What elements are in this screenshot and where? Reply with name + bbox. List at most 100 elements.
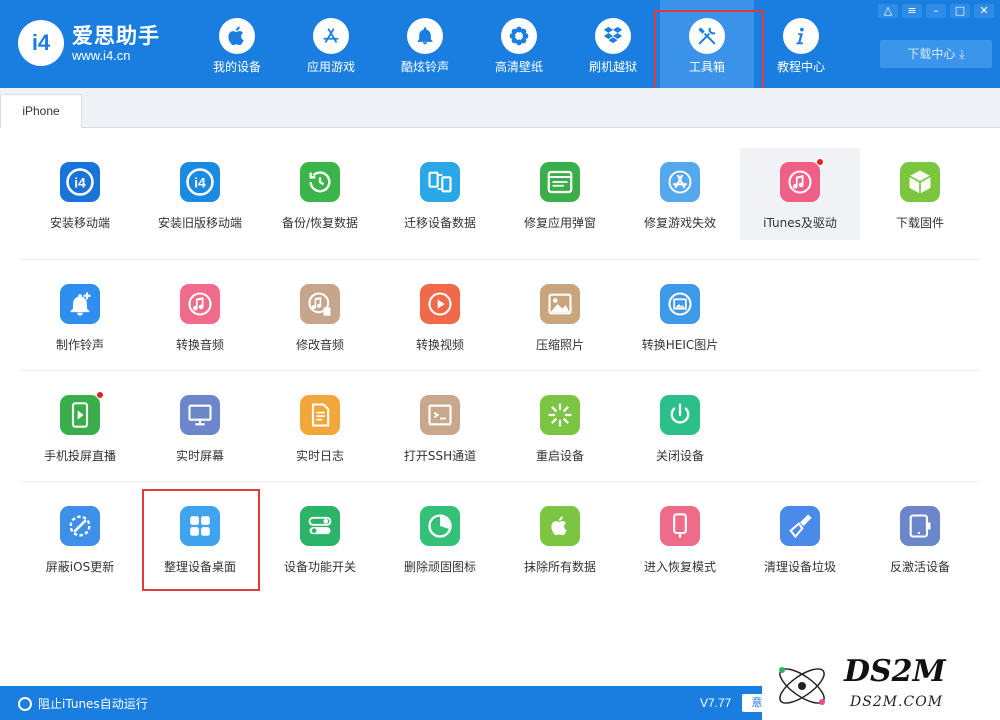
pie-clock-icon bbox=[420, 506, 460, 546]
tool-monitor[interactable]: 实时屏幕 bbox=[140, 381, 260, 473]
nav-item-label: 教程中心 bbox=[776, 60, 825, 74]
grid-icon bbox=[180, 506, 220, 546]
app-window: i4 爱思助手 www.i4.cn 我的设备 应用游戏 酷炫铃声 高清壁纸 刷机越狱 工具… bbox=[0, 0, 1000, 720]
tab-iphone[interactable]: iPhone bbox=[0, 94, 82, 128]
tool-i4-logo[interactable]: i4 安装旧版移动端 bbox=[140, 148, 260, 240]
apple-id-card-icon bbox=[540, 162, 580, 202]
tool-label: 重启设备 bbox=[535, 449, 584, 463]
tool-label: 手机投屏直播 bbox=[43, 449, 116, 463]
tool-power[interactable]: 关闭设备 bbox=[620, 381, 740, 473]
block-itunes-toggle[interactable]: 阻止iTunes自动运行 bbox=[18, 695, 148, 712]
app-logo: i4 爱思助手 www.i4.cn bbox=[18, 18, 178, 70]
tool-cube[interactable]: 下载固件 bbox=[860, 148, 980, 240]
tool-phone-cable[interactable]: 进入恢复模式 bbox=[620, 492, 740, 584]
tool-music-note[interactable]: 转换音频 bbox=[140, 270, 260, 362]
info-icon bbox=[783, 18, 819, 54]
nav-item-label: 刷机越狱 bbox=[588, 60, 637, 74]
tool-label: 反激活设备 bbox=[889, 560, 950, 574]
tool-loading-spinner[interactable]: 重启设备 bbox=[500, 381, 620, 473]
tool-music-edit[interactable]: 修改音频 bbox=[260, 270, 380, 362]
tool-label: 清理设备垃圾 bbox=[763, 560, 836, 574]
tool-i4-logo[interactable]: i4 安装移动端 bbox=[20, 148, 140, 240]
tool-label: 迁移设备数据 bbox=[403, 216, 476, 230]
tool-itunes-music[interactable]: iTunes及驱动 bbox=[740, 148, 860, 240]
menu-icon[interactable]: ≡ bbox=[902, 4, 922, 18]
tool-label: 抹除所有数据 bbox=[523, 560, 596, 574]
minimize-icon[interactable]: – bbox=[926, 4, 946, 18]
radio-icon bbox=[18, 696, 32, 711]
nav-item-0[interactable]: 我的设备 bbox=[190, 0, 284, 88]
nav-item-5[interactable]: 工具箱 bbox=[654, 0, 764, 92]
close-icon[interactable]: ✕ bbox=[974, 4, 994, 18]
tool-toggle-switch[interactable]: 设备功能开关 bbox=[260, 492, 380, 584]
tools-row: 手机投屏直播 实时屏幕 实时日志 打开SSH通道 重启设备 关闭设备 bbox=[20, 370, 980, 481]
cube-icon bbox=[900, 162, 940, 202]
music-note-icon bbox=[180, 284, 220, 324]
apple-icon bbox=[219, 18, 255, 54]
notification-badge bbox=[816, 158, 824, 166]
power-icon bbox=[660, 395, 700, 435]
document-icon bbox=[300, 395, 340, 435]
nav-item-label: 工具箱 bbox=[688, 60, 725, 74]
tool-migrate-devices[interactable]: 迁移设备数据 bbox=[380, 148, 500, 240]
nav-item-1[interactable]: 应用游戏 bbox=[284, 0, 378, 88]
tool-terminal[interactable]: 打开SSH通道 bbox=[380, 381, 500, 473]
tool-backup-restore[interactable]: 备份/恢复数据 bbox=[260, 148, 380, 240]
notification-badge bbox=[96, 391, 104, 399]
logo-mark-icon: i4 bbox=[18, 20, 64, 66]
tool-bell-plus[interactable]: 制作铃声 bbox=[20, 270, 140, 362]
nav-item-label: 我的设备 bbox=[212, 60, 261, 74]
tool-label: 修复游戏失效 bbox=[643, 216, 716, 230]
tool-heic-photo[interactable]: 转换HEIC图片 bbox=[620, 270, 740, 362]
maximize-icon[interactable]: □ bbox=[950, 4, 970, 18]
tools-grid: i4 安装移动端 i4 安装旧版移动端 备份/恢复数据 迁移设备数据 修复应用弹窗 修复游戏失… bbox=[20, 148, 980, 592]
play-circle-icon bbox=[420, 284, 460, 324]
tool-label: 制作铃声 bbox=[55, 338, 104, 352]
nav-item-label: 酷炫铃声 bbox=[400, 60, 449, 74]
nav-item-4[interactable]: 刷机越狱 bbox=[566, 0, 660, 88]
dropbox-icon bbox=[595, 18, 631, 54]
watermark: DS2M DS2M.COM bbox=[762, 652, 1000, 720]
tool-phone-cast[interactable]: 手机投屏直播 bbox=[20, 381, 140, 473]
tool-label: 备份/恢复数据 bbox=[281, 216, 359, 230]
tool-label: 修复应用弹窗 bbox=[523, 216, 596, 230]
tool-document[interactable]: 实时日志 bbox=[260, 381, 380, 473]
nav-item-6[interactable]: 教程中心 bbox=[754, 0, 848, 88]
phone-cast-icon bbox=[60, 395, 100, 435]
i4-logo-icon: i4 bbox=[60, 162, 100, 202]
svg-text:i4: i4 bbox=[74, 176, 86, 191]
bell-plus-icon bbox=[60, 284, 100, 324]
version-label: V7.77 bbox=[700, 696, 732, 710]
tool-app-store-wrench[interactable]: 修复游戏失效 bbox=[620, 148, 740, 240]
tool-label: 关闭设备 bbox=[655, 449, 704, 463]
tool-label: 修改音频 bbox=[295, 338, 344, 352]
skin-icon[interactable]: △ bbox=[878, 4, 898, 18]
tool-label: 压缩照片 bbox=[535, 338, 584, 352]
music-edit-icon bbox=[300, 284, 340, 324]
tool-grid[interactable]: 整理设备桌面 bbox=[140, 489, 260, 591]
terminal-icon bbox=[420, 395, 460, 435]
nav-item-2[interactable]: 酷炫铃声 bbox=[378, 0, 472, 88]
tool-block-gear[interactable]: 屏蔽iOS更新 bbox=[20, 492, 140, 584]
tool-apple[interactable]: 抹除所有数据 bbox=[500, 492, 620, 584]
heic-photo-icon bbox=[660, 284, 700, 324]
tool-pie-clock[interactable]: 删除顽固图标 bbox=[380, 492, 500, 584]
nav-item-3[interactable]: 高清壁纸 bbox=[472, 0, 566, 88]
tool-label: 安装移动端 bbox=[49, 216, 110, 230]
tool-tablet[interactable]: 反激活设备 bbox=[860, 492, 980, 584]
watermark-text: DS2M bbox=[844, 654, 946, 689]
top-bar: i4 爱思助手 www.i4.cn 我的设备 应用游戏 酷炫铃声 高清壁纸 刷机越狱 工具… bbox=[0, 0, 1000, 92]
app-store-icon bbox=[313, 18, 349, 54]
tool-label: 转换视频 bbox=[415, 338, 464, 352]
download-icon: ⤓ bbox=[959, 47, 965, 61]
tool-label: 屏蔽iOS更新 bbox=[45, 560, 115, 574]
nav-item-label: 高清壁纸 bbox=[494, 60, 543, 74]
photo-icon bbox=[540, 284, 580, 324]
tool-play-circle[interactable]: 转换视频 bbox=[380, 270, 500, 362]
tool-photo[interactable]: 压缩照片 bbox=[500, 270, 620, 362]
tool-apple-id-card[interactable]: 修复应用弹窗 bbox=[500, 148, 620, 240]
download-center-button[interactable]: 下载中心 ⤓ bbox=[880, 40, 992, 68]
tool-label: 安装旧版移动端 bbox=[157, 216, 242, 230]
loading-spinner-icon bbox=[540, 395, 580, 435]
tool-broom[interactable]: 清理设备垃圾 bbox=[740, 492, 860, 584]
